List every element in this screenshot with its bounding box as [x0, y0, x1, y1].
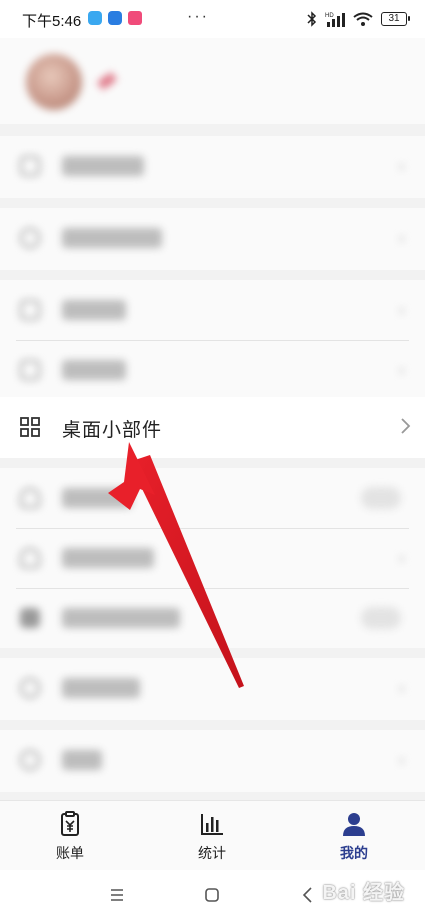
back-icon[interactable] [296, 884, 320, 906]
info-icon [20, 750, 40, 770]
tab-bills[interactable]: 账单 [30, 811, 110, 865]
group-vip: › [0, 136, 425, 198]
blurred-label [62, 548, 154, 568]
chevron-right-icon: › [399, 302, 405, 319]
desktop-widget-label: 桌面小部件 [62, 420, 163, 441]
chevron-right-icon: › [399, 550, 405, 567]
blurred-label [62, 156, 144, 176]
blurred-label [62, 608, 180, 628]
toggle-switch[interactable] [361, 487, 401, 509]
video-app-icon [128, 11, 142, 25]
tab-label: 账单 [56, 845, 84, 861]
settings-row[interactable]: › [0, 730, 425, 790]
widget-grid-icon [20, 417, 40, 437]
chevron-right-icon: › [399, 680, 405, 697]
bluetooth-icon [307, 11, 317, 27]
system-nav-bar: Bai 经验 [0, 870, 425, 920]
tab-label: 统计 [198, 845, 226, 861]
bell-icon [20, 488, 40, 508]
settings-row[interactable]: › [0, 208, 425, 268]
chevron-right-icon: › [399, 752, 405, 769]
menu-icon[interactable] [105, 884, 129, 906]
blurred-label [62, 360, 126, 380]
settings-row[interactable]: › [0, 136, 425, 196]
settings-content: › › › › 桌面小部件 › › › [0, 38, 425, 800]
settings-row[interactable]: › [0, 528, 425, 588]
settings-row[interactable]: › [0, 658, 425, 718]
group-phone: › [0, 208, 425, 270]
bluetooth-app-icon [108, 11, 122, 25]
chevron-right-icon: › [399, 362, 405, 379]
settings-row[interactable] [0, 588, 425, 648]
settings-row[interactable]: › [0, 280, 425, 340]
blurred-label [62, 678, 140, 698]
home-icon[interactable] [200, 884, 224, 906]
settings-row[interactable]: › [0, 340, 425, 400]
group-reminders: › [0, 468, 425, 648]
wifi-icon [353, 12, 373, 26]
battery-icon: 31 [381, 12, 410, 26]
chevron-right-icon [401, 418, 411, 434]
theme-icon [20, 678, 40, 698]
network-label: HD [325, 13, 334, 19]
lock-icon [20, 608, 40, 628]
avatar[interactable] [26, 54, 82, 110]
tab-mine[interactable]: 我的 [314, 811, 394, 865]
receipt-yen-icon [61, 811, 79, 836]
blurred-label [62, 300, 126, 320]
crown-icon [20, 156, 40, 176]
toggle-switch[interactable] [361, 607, 401, 629]
chevron-right-icon: › [399, 230, 405, 247]
blurred-label [62, 228, 162, 248]
edit-icon [20, 360, 40, 380]
tab-stats[interactable]: 统计 [172, 811, 252, 865]
group-about: › [0, 730, 425, 792]
status-time: 下午5:46 [22, 13, 82, 30]
chevron-right-icon: › [399, 158, 405, 175]
person-icon [343, 813, 365, 836]
tab-label: 我的 [340, 845, 368, 861]
data-icon [20, 300, 40, 320]
edit-tag-icon[interactable] [96, 71, 118, 91]
profile-header[interactable] [0, 38, 425, 124]
blurred-label [62, 488, 132, 508]
bar-chart-icon [201, 814, 223, 835]
cellular-signal-icon: HD [325, 13, 345, 27]
more-notifications-icon: ··· [187, 8, 209, 25]
watermark: Bai 经验 [322, 882, 405, 904]
settings-row[interactable] [0, 468, 425, 528]
status-bar: 下午5:46 ··· HD 31 [0, 0, 425, 38]
status-indicators: HD 31 [307, 9, 410, 29]
bottom-tab-bar: 账单 统计 我的 [0, 800, 425, 870]
export-icon [20, 548, 40, 568]
phone-icon [20, 228, 40, 248]
group-theme: › [0, 658, 425, 720]
blurred-label [62, 750, 102, 770]
chat-app-icon [88, 11, 102, 25]
desktop-widget-row[interactable]: 桌面小部件 [0, 397, 425, 458]
